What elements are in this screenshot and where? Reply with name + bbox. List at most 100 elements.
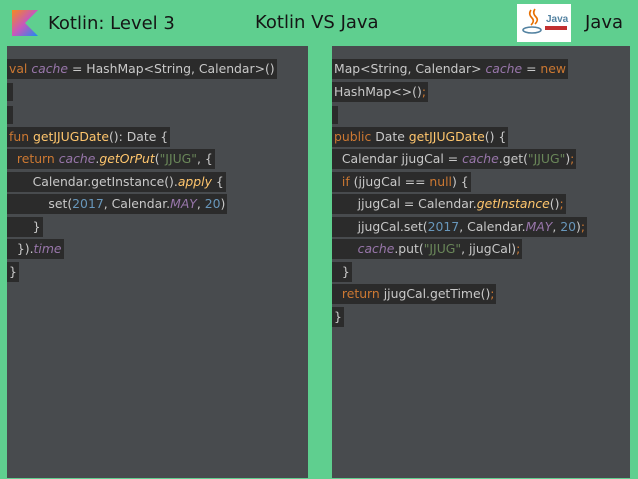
code-token: } [9, 218, 41, 234]
java-code-line: Calendar jjugCal = cache.get("JJUG"); [332, 148, 630, 171]
svg-text:Java: Java [546, 14, 569, 25]
java-title: Java [585, 12, 624, 33]
code-token: ; [559, 196, 564, 211]
kotlin-code-line: }).time [7, 238, 308, 261]
code-token: (): Date { [108, 128, 169, 144]
code-token: fun [9, 128, 34, 144]
code-highlight: Calendar.getInstance().apply { [7, 171, 226, 192]
code-token: getJJUGDate [33, 128, 109, 144]
code-token: , Calendar. [459, 218, 526, 234]
code-token: { [211, 173, 224, 189]
kotlin-logo-icon [12, 10, 38, 36]
kotlin-code-line: val cache = HashMap<String, Calendar>() [7, 58, 308, 81]
code-token: time [33, 241, 62, 256]
code-highlight: val cache = HashMap<String, Calendar>() [7, 59, 277, 79]
code-token: val [9, 61, 32, 76]
java-code-line: } [332, 306, 630, 329]
code-highlight: Calendar jjugCal = cache.get("JJUG"); [332, 149, 577, 169]
code-token: getInstance [476, 196, 550, 211]
code-token: } [334, 263, 350, 279]
code-highlight: jjugCal = Calendar.getInstance(); [332, 194, 566, 214]
code-token: getJJUGDate [408, 128, 485, 144]
kotlin-code-line [7, 103, 308, 126]
kotlin-code-line: fun getJJUGDate(): Date { [7, 126, 308, 149]
kotlin-title: Kotlin: Level 3 [48, 12, 175, 34]
code-token: Map<String, Calendar> [334, 61, 486, 76]
slide-title: Kotlin VS Java [255, 12, 379, 33]
code-highlight [7, 83, 13, 101]
code-highlight: jjugCal.set(2017, Calendar.MAY, 20); [332, 216, 588, 237]
kotlin-code-panel: val cache = HashMap<String, Calendar>() f… [7, 46, 308, 478]
code-token: cache [58, 151, 96, 166]
code-highlight [7, 105, 13, 124]
code-token: Calendar.getInstance(). [9, 173, 178, 189]
code-token: "JJUG" [527, 151, 566, 166]
code-highlight [332, 105, 338, 124]
code-token: } [9, 263, 17, 279]
code-highlight: } [7, 261, 19, 282]
code-token: , { [197, 151, 213, 166]
code-token: ; [570, 151, 575, 166]
code-token: jjugCal.set( [334, 218, 428, 234]
code-token: return [16, 151, 59, 166]
code-highlight: set(2017, Calendar.MAY, 20) [7, 194, 228, 214]
java-code-line: HashMap<>(); [332, 81, 630, 104]
code-token: Calendar jjugCal = [334, 151, 463, 166]
java-logo-icon: Java [517, 4, 571, 42]
header-left: Kotlin: Level 3 [12, 8, 175, 38]
code-token: if [341, 173, 354, 189]
code-token: ; [490, 286, 495, 301]
code-highlight: } [332, 306, 344, 327]
java-code-line: } [332, 261, 630, 284]
kotlin-code-line: set(2017, Calendar.MAY, 20) [7, 193, 308, 216]
code-token: () { [484, 128, 507, 144]
code-token: = HashMap<String, Calendar>() [68, 61, 275, 76]
code-token: , [196, 196, 205, 211]
java-code-line: Map<String, Calendar> cache = new [332, 58, 630, 81]
code-token: }). [9, 241, 34, 256]
code-token: HashMap<>() [334, 83, 422, 99]
code-token: ; [421, 83, 426, 99]
java-code-line: return jjugCal.getTime(); [332, 283, 630, 306]
code-token: ; [580, 218, 586, 234]
code-token: apply [177, 173, 212, 189]
code-token: , Calendar. [103, 196, 171, 211]
kotlin-code-line: Calendar.getInstance().apply { [7, 171, 308, 194]
java-code-line: jjugCal = Calendar.getInstance(); [332, 193, 630, 216]
java-code-line: cache.put("JJUG", jjugCal); [332, 238, 630, 261]
java-code-line [332, 103, 630, 126]
code-token: () [549, 196, 560, 211]
kotlin-code-line: return cache.getOrPut("JJUG", { [7, 148, 308, 171]
code-highlight: public Date getJJUGDate() { [332, 126, 509, 147]
kotlin-code-line: } [7, 216, 308, 239]
code-token: cache [357, 241, 395, 256]
code-highlight: return cache.getOrPut("JJUG", { [7, 149, 215, 169]
code-highlight: } [7, 216, 43, 237]
code-token: "JJUG" [159, 151, 197, 166]
kotlin-code-line: } [7, 261, 308, 284]
code-token: cache [485, 61, 523, 76]
code-token: ) { [452, 173, 469, 189]
code-highlight: cache.put("JJUG", jjugCal); [332, 239, 523, 259]
code-highlight: Map<String, Calendar> cache = new [332, 59, 569, 79]
code-token: set( [9, 196, 73, 211]
code-token: 20 [204, 196, 221, 211]
code-token: , jjugCal) [461, 241, 517, 256]
code-highlight: return jjugCal.getTime(); [332, 284, 497, 304]
code-token: 2017 [427, 218, 460, 234]
code-highlight: if (jjugCal == null) { [332, 171, 471, 192]
code-highlight: } [332, 261, 352, 282]
code-token: 2017 [72, 196, 104, 211]
code-token: 20 [560, 218, 577, 234]
code-token: .put( [394, 241, 424, 256]
code-token: return [341, 286, 384, 301]
code-highlight: HashMap<>(); [332, 81, 428, 102]
code-token: public [334, 128, 376, 144]
code-token: new [540, 61, 567, 76]
code-token: jjugCal = Calendar. [334, 196, 477, 211]
code-token: null [429, 173, 452, 189]
code-token: "JJUG" [423, 241, 462, 256]
